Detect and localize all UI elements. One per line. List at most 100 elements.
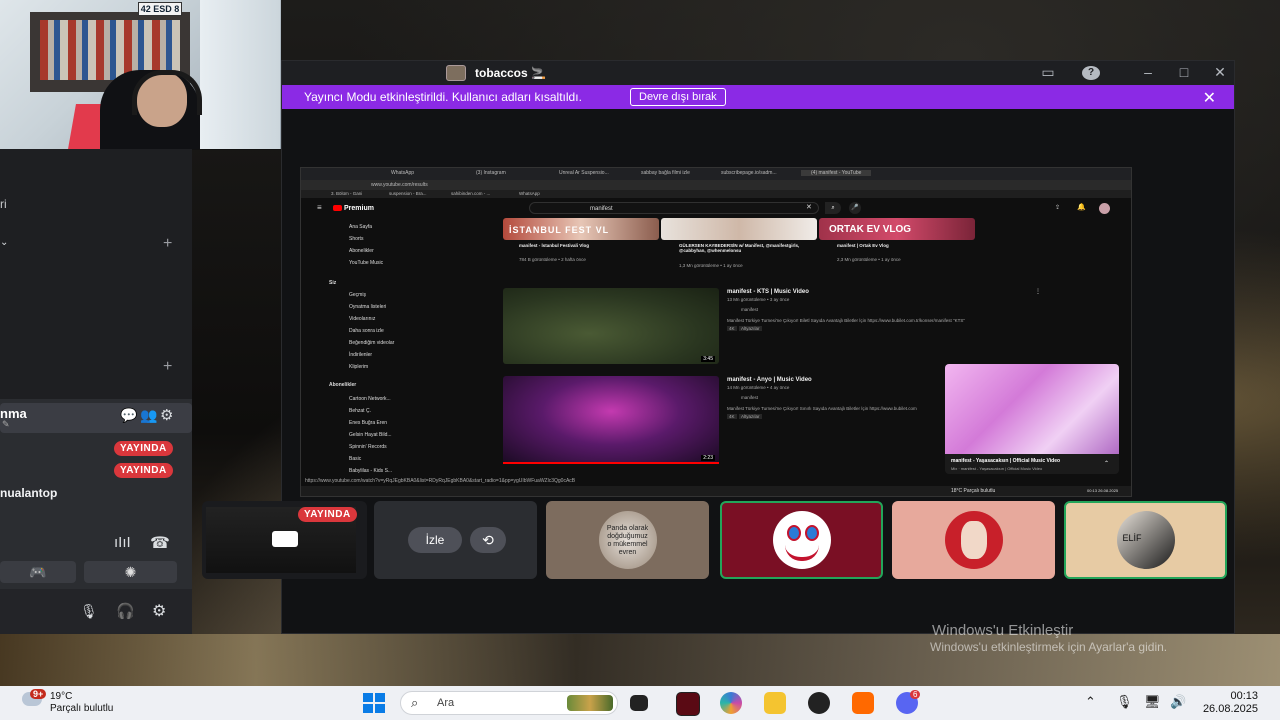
voice-channel-user[interactable]: nma ✎ 💬 👥 ⚙	[0, 403, 192, 433]
help-icon[interactable]: ?	[1082, 66, 1100, 80]
participant-tile-speaking[interactable]	[720, 501, 883, 579]
watch-stream-tile[interactable]: İzle ⟲	[374, 501, 537, 579]
bookmark[interactable]: suspension - Bra...	[389, 191, 427, 196]
bookmark[interactable]: sahibinden.com - ...	[451, 191, 490, 196]
browser-tab[interactable]: (3) Instagram	[476, 170, 506, 176]
bookmark[interactable]: WhatsApp	[519, 191, 540, 196]
browser-tab[interactable]: Unreal Ar Suspensio...	[559, 170, 609, 176]
participant-tile[interactable]: Panda olarak doğduğumuz o mükemmel evren	[546, 501, 709, 579]
video-title[interactable]: GÜLERSEN KAYBEDERSİN w/ Manifest, @manif…	[679, 243, 819, 253]
watch-stream-button[interactable]: İzle	[408, 527, 462, 553]
xiaomi-app-icon[interactable]	[852, 692, 874, 714]
yt-sidebar-item[interactable]: Geçmiş	[349, 292, 366, 298]
yt-sidebar-item[interactable]: Beğendiğim videolar	[349, 340, 394, 346]
yt-sidebar-item[interactable]: Shorts	[349, 236, 363, 242]
add-member-icon[interactable]: 👥	[140, 407, 157, 424]
minimize-icon[interactable]: –	[1138, 64, 1158, 80]
chevron-up-icon[interactable]: ⌃	[1085, 694, 1096, 710]
temperature[interactable]: 19°C	[50, 691, 72, 702]
user-settings-gear-icon[interactable]: ⚙	[152, 601, 166, 621]
task-view-icon[interactable]	[630, 695, 648, 711]
app-icon[interactable]	[808, 692, 830, 714]
video-thumbnail[interactable]: İSTANBUL FEST VL	[503, 218, 659, 240]
taskbar-clock[interactable]: 00:13 26.08.2025	[1203, 690, 1258, 716]
microphone-search-icon[interactable]: 🎤	[849, 202, 861, 214]
disable-streamer-mode-button[interactable]: Devre dışı bırak	[630, 88, 726, 106]
yt-sidebar-item[interactable]: Oynatma listeleri	[349, 304, 386, 310]
participant-tile[interactable]	[892, 501, 1055, 579]
channel-name[interactable]: manifest	[741, 307, 758, 312]
yt-subscription[interactable]: Behzat Ç.	[349, 408, 371, 414]
screen-share-stream[interactable]: WhatsApp (3) Instagram Unreal Ar Suspens…	[300, 167, 1132, 497]
maximize-icon[interactable]: □	[1174, 64, 1194, 80]
yt-sidebar-item[interactable]: İndirilenler	[349, 352, 372, 358]
stream-preview-tile[interactable]: YAYINDA	[202, 501, 367, 579]
popout-watch-icon[interactable]: ⟲	[470, 527, 506, 553]
youtube-miniplayer[interactable]: manifest - Yaşasacaksın | Official Music…	[945, 364, 1119, 474]
yt-subscription[interactable]: Babylilas - Kids S...	[349, 468, 392, 474]
browser-address-bar[interactable]: www.youtube.com/results	[301, 180, 1131, 190]
microphone-icon[interactable]: 🎙	[1116, 694, 1133, 710]
add-channel-button[interactable]: +	[163, 235, 172, 253]
windows-start-icon[interactable]	[363, 693, 385, 713]
microphone-icon[interactable]: 🎙	[80, 603, 98, 620]
yt-sidebar-item[interactable]: Abonelikler	[349, 248, 374, 254]
bookmark[interactable]: 3. Bölüm - Gani	[331, 191, 362, 196]
headphones-icon[interactable]: 🎧	[116, 602, 135, 620]
yt-subscription[interactable]: Enes Buğra Eren	[349, 420, 387, 426]
yt-sidebar-section[interactable]: Siz	[329, 280, 336, 286]
yt-subscription[interactable]: Spinnin' Records	[349, 444, 387, 450]
participant-tile-speaking[interactable]: ELİF	[1064, 501, 1227, 579]
miniplayer-video[interactable]	[945, 364, 1119, 454]
video-thumbnail[interactable]	[661, 218, 817, 240]
volume-icon[interactable]: 🔊	[1170, 694, 1186, 710]
network-icon[interactable]: 🖥	[1144, 694, 1161, 710]
video-thumbnail-kts[interactable]: 3:45	[503, 288, 719, 364]
voice-member-name[interactable]: nualantop	[0, 486, 57, 500]
copilot-app-icon[interactable]	[720, 692, 742, 714]
yt-subscription[interactable]: Basic	[349, 456, 361, 462]
upload-icon[interactable]: ⇪	[1055, 204, 1060, 211]
video-title[interactable]: manifest | Ortak Ev Vlog	[837, 243, 977, 248]
browser-tab[interactable]: subscribepage.io/sadm...	[721, 170, 777, 176]
channel-name[interactable]: manifest	[741, 395, 758, 400]
account-avatar[interactable]	[1099, 203, 1110, 214]
chevron-down-icon[interactable]: ⌄	[0, 237, 8, 248]
chat-bubble-icon[interactable]: 💬	[120, 407, 137, 424]
yt-sidebar-item[interactable]: YouTube Music	[349, 260, 383, 266]
inbox-icon[interactable]: ▭	[1038, 64, 1058, 81]
voice-activity-icon[interactable]: ıIıI	[114, 534, 131, 551]
hamburger-menu-icon[interactable]: ≡	[317, 203, 322, 212]
video-thumbnail[interactable]: ORTAK EV VLOG	[819, 218, 975, 240]
taskbar-search-input[interactable]: ⌕ Ara	[400, 691, 618, 715]
yt-sidebar-item[interactable]: Videolarınız	[349, 316, 375, 322]
yt-sidebar-item[interactable]: Ana Sayfa	[349, 224, 372, 230]
file-explorer-icon[interactable]	[764, 692, 786, 714]
youtube-search-input[interactable]: manifest	[529, 202, 819, 214]
notifications-bell-icon[interactable]: 🔔	[1077, 203, 1086, 211]
activity-button[interactable]: 🎮	[0, 561, 76, 583]
close-banner-icon[interactable]: ✕	[1203, 88, 1216, 108]
weather-description[interactable]: Parçalı bulutlu	[50, 703, 113, 714]
yt-subscription[interactable]: Gelsin Hayat Bild...	[349, 432, 392, 438]
yt-sidebar-section[interactable]: Abonelikler	[329, 382, 356, 388]
browser-tab-active[interactable]: (4) manifest - YouTube	[801, 170, 872, 176]
browser-tab[interactable]: WhatsApp	[391, 170, 414, 176]
search-icon[interactable]: ⌕	[825, 202, 841, 214]
clear-search-icon[interactable]: ✕	[806, 203, 812, 211]
disconnect-call-icon[interactable]: ☎	[150, 533, 170, 553]
video-title[interactable]: manifest - KTS | Music Video	[727, 289, 809, 295]
video-thumbnail-anyo[interactable]: 2:23	[503, 376, 719, 464]
more-options-icon[interactable]: ⋮	[1035, 288, 1041, 295]
close-window-icon[interactable]: ✕	[1210, 64, 1230, 81]
yt-sidebar-item[interactable]: Kliplerim	[349, 364, 368, 370]
soundboard-button[interactable]: ✺	[84, 561, 177, 583]
add-channel-button-2[interactable]: +	[163, 358, 172, 376]
opera-app-icon[interactable]	[676, 692, 700, 716]
yt-sidebar-item[interactable]: Daha sonra izle	[349, 328, 384, 334]
yt-subscription[interactable]: Cartoon Network...	[349, 396, 391, 402]
youtube-logo[interactable]: Premium	[333, 205, 374, 212]
gear-icon[interactable]: ⚙	[160, 406, 173, 424]
expand-icon[interactable]: ⌃	[1104, 460, 1109, 467]
browser-tab[interactable]: sabbay bağla filmi izle	[641, 170, 690, 176]
